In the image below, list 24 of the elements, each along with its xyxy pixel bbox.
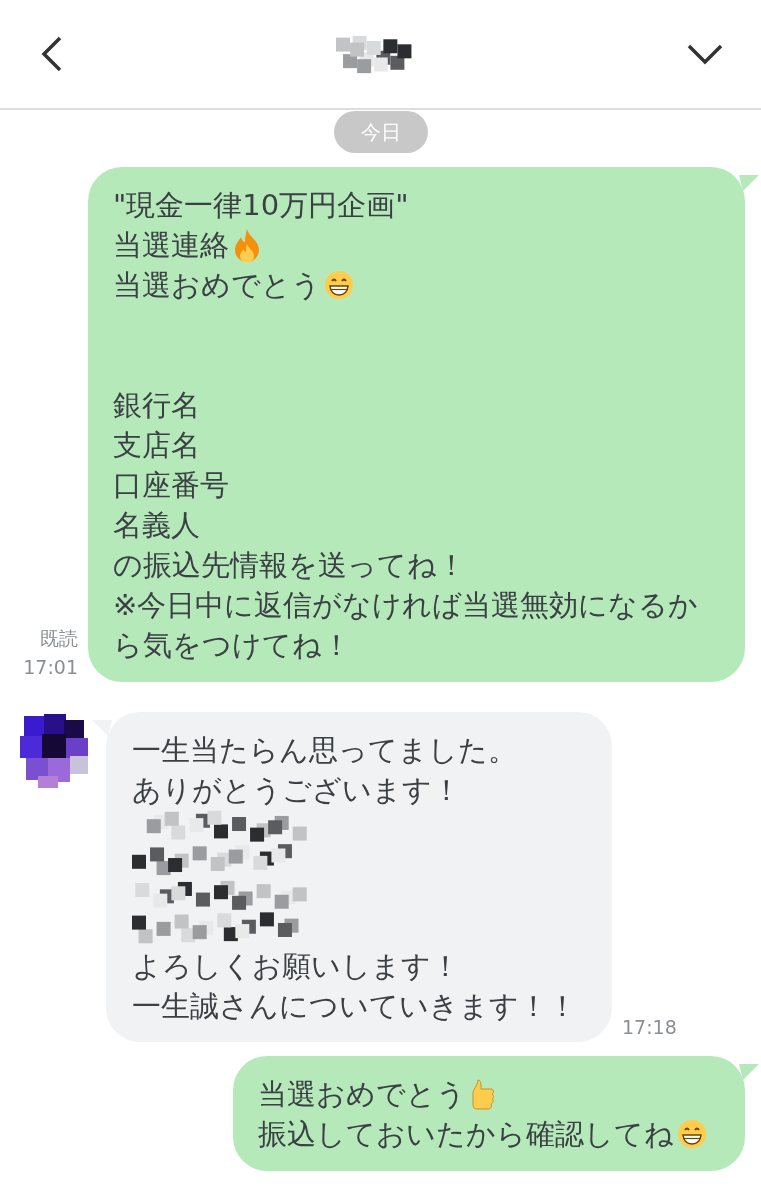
back-icon[interactable] <box>40 36 64 72</box>
read-receipt: 既読 <box>40 626 78 651</box>
message-text: ※今日中に返信がなければ当選無効になるから気をつけてね！ <box>113 587 700 664</box>
message-text: "現金一律10万円企画" <box>113 187 409 224</box>
message-text: の振込先情報を送ってね！ <box>113 547 466 584</box>
flame-icon <box>232 228 262 262</box>
message-text: 支店名 <box>113 427 200 464</box>
message-text: 当選連絡 <box>113 227 229 264</box>
message-time: 17:01 <box>23 655 78 680</box>
message-text: 振込しておいたから確認してね <box>258 1116 674 1153</box>
message-text: 当選おめでとう <box>258 1076 466 1113</box>
grinning-face-icon <box>677 1119 707 1149</box>
message-text: 一生誠さんについていきます！！ <box>132 988 577 1025</box>
message-text: 口座番号 <box>113 467 229 504</box>
message-text: 銀行名 <box>113 387 200 424</box>
grinning-face-icon <box>324 270 354 300</box>
thumbs-up-icon <box>469 1078 495 1110</box>
message-text: よろしくお願いします！ <box>132 948 460 985</box>
message-text: 名義人 <box>113 507 200 544</box>
message-text: 当選おめでとう <box>113 267 321 304</box>
message-text: 一生当たらん思ってました。 <box>132 732 517 769</box>
message-time: 17:18 <box>622 1015 677 1040</box>
chevron-down-icon[interactable] <box>687 43 723 65</box>
message-text: ありがとうございます！ <box>132 772 461 809</box>
